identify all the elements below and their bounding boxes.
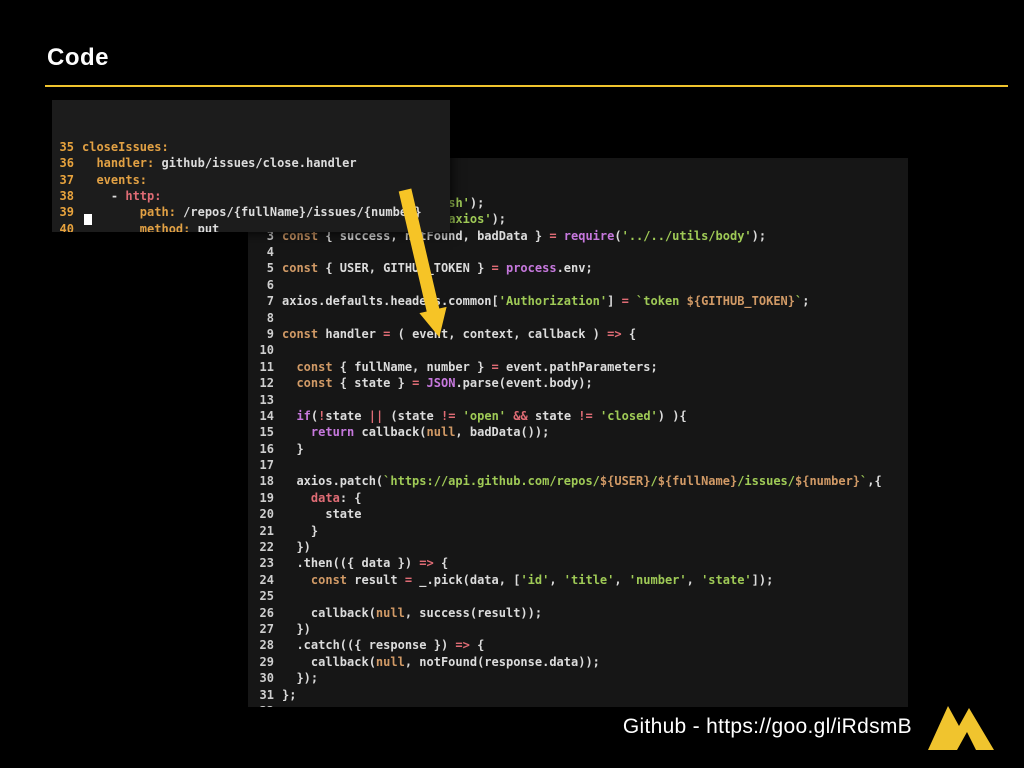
code-line: 17 [248,457,908,473]
slide: Code 1const _ = require('lodash');2const… [0,0,1024,768]
code-line: 29 callback(null, notFound(response.data… [248,654,908,670]
code-line: 6 [248,277,908,293]
line-number: 21 [259,523,274,538]
title-underline [45,85,1008,87]
code-line: 11 const { fullName, number } = event.pa… [248,359,908,375]
line-number: 30 [259,671,274,686]
code-line: 35 closeIssues: [52,139,450,155]
line-number: 29 [259,654,274,669]
line-number: 18 [259,474,274,489]
code-line: 40 method: put [52,221,450,232]
line-number: 9 [266,326,274,341]
code-line: 36 handler: github/issues/close.handler [52,155,450,171]
code-line: 18 axios.patch(`https://api.github.com/r… [248,473,908,489]
code-line: 19 data: { [248,490,908,506]
js-code-lines: 1const _ = require('lodash');2const axio… [248,195,908,707]
line-number: 19 [259,490,274,505]
code-line: 14 if(!state || (state != 'open' && stat… [248,408,908,424]
yaml-code-lines: 35 closeIssues: 36 handler: github/issues/… [52,139,450,232]
line-number: 24 [259,572,274,587]
code-line: 24 const result = _.pick(data, ['id', 't… [248,572,908,588]
code-line: 10 [248,342,908,358]
text-cursor [84,214,92,225]
github-link-text: Github - https://goo.gl/iRdsmB [622,715,912,738]
code-line: 37 events: [52,172,450,188]
code-line: 15 return callback(null, badData()); [248,424,908,440]
code-line: 30 }); [248,670,908,686]
line-number: 22 [259,540,274,555]
line-number: 5 [266,261,274,276]
code-line: 16 } [248,441,908,457]
code-line: 12 const { state } = JSON.parse(event.bo… [248,375,908,391]
line-number: 35 [59,139,74,154]
line-number: 28 [259,638,274,653]
line-number: 13 [259,392,274,407]
line-number: 10 [259,343,274,358]
code-line: 31}; [248,687,908,703]
line-number: 15 [259,425,274,440]
code-line: 5 const { USER, GITHUB_TOKEN } = process.… [248,260,908,276]
code-line: 8 [248,310,908,326]
line-number: 26 [259,605,274,620]
footer-credit: Github - https://goo.gl/iRdsmB [623,702,996,752]
line-number: 37 [59,172,74,187]
line-number: 16 [259,441,274,456]
line-number: 12 [259,376,274,391]
code-line: 21 } [248,523,908,539]
code-line: 39 path: /repos/{fullName}/issues/{numbe… [52,204,450,220]
line-number: 8 [266,310,274,325]
line-number: 36 [59,156,74,171]
line-number: 31 [259,687,274,702]
page-title: Code [47,44,109,71]
code-line: 9 const handler = ( event, context, callb… [248,326,908,342]
line-number: 40 [59,221,74,232]
line-number: 14 [259,408,274,423]
line-number: 11 [259,359,274,374]
js-code-panel: 1const _ = require('lodash');2const axio… [248,158,908,707]
line-number: 39 [59,205,74,220]
code-line: 25 [248,588,908,604]
line-number: 6 [266,277,274,292]
line-number: 32 [248,703,282,707]
line-number: 17 [259,458,274,473]
code-line: 38 - http: [52,188,450,204]
code-line: 7 axios.defaults.headers.common['Authoriz… [248,293,908,309]
code-line: 13 [248,392,908,408]
code-line: 20 state [248,506,908,522]
line-number: 20 [259,507,274,522]
code-line: 27 }) [248,621,908,637]
line-number: 7 [266,294,274,309]
line-number: 27 [259,621,274,636]
line-number: 4 [266,244,274,259]
code-line: 23 .then(({ data }) => { [248,555,908,571]
line-number: 25 [259,589,274,604]
code-line: 4 [248,244,908,260]
line-number: 38 [59,188,74,203]
line-number: 23 [259,556,274,571]
yaml-code-panel: 35 closeIssues: 36 handler: github/issues/… [52,100,450,232]
logo-icon [928,706,994,750]
code-line: 26 callback(null, success(result)); [248,605,908,621]
code-line: 28 .catch(({ response }) => { [248,637,908,653]
code-line: 22 }) [248,539,908,555]
